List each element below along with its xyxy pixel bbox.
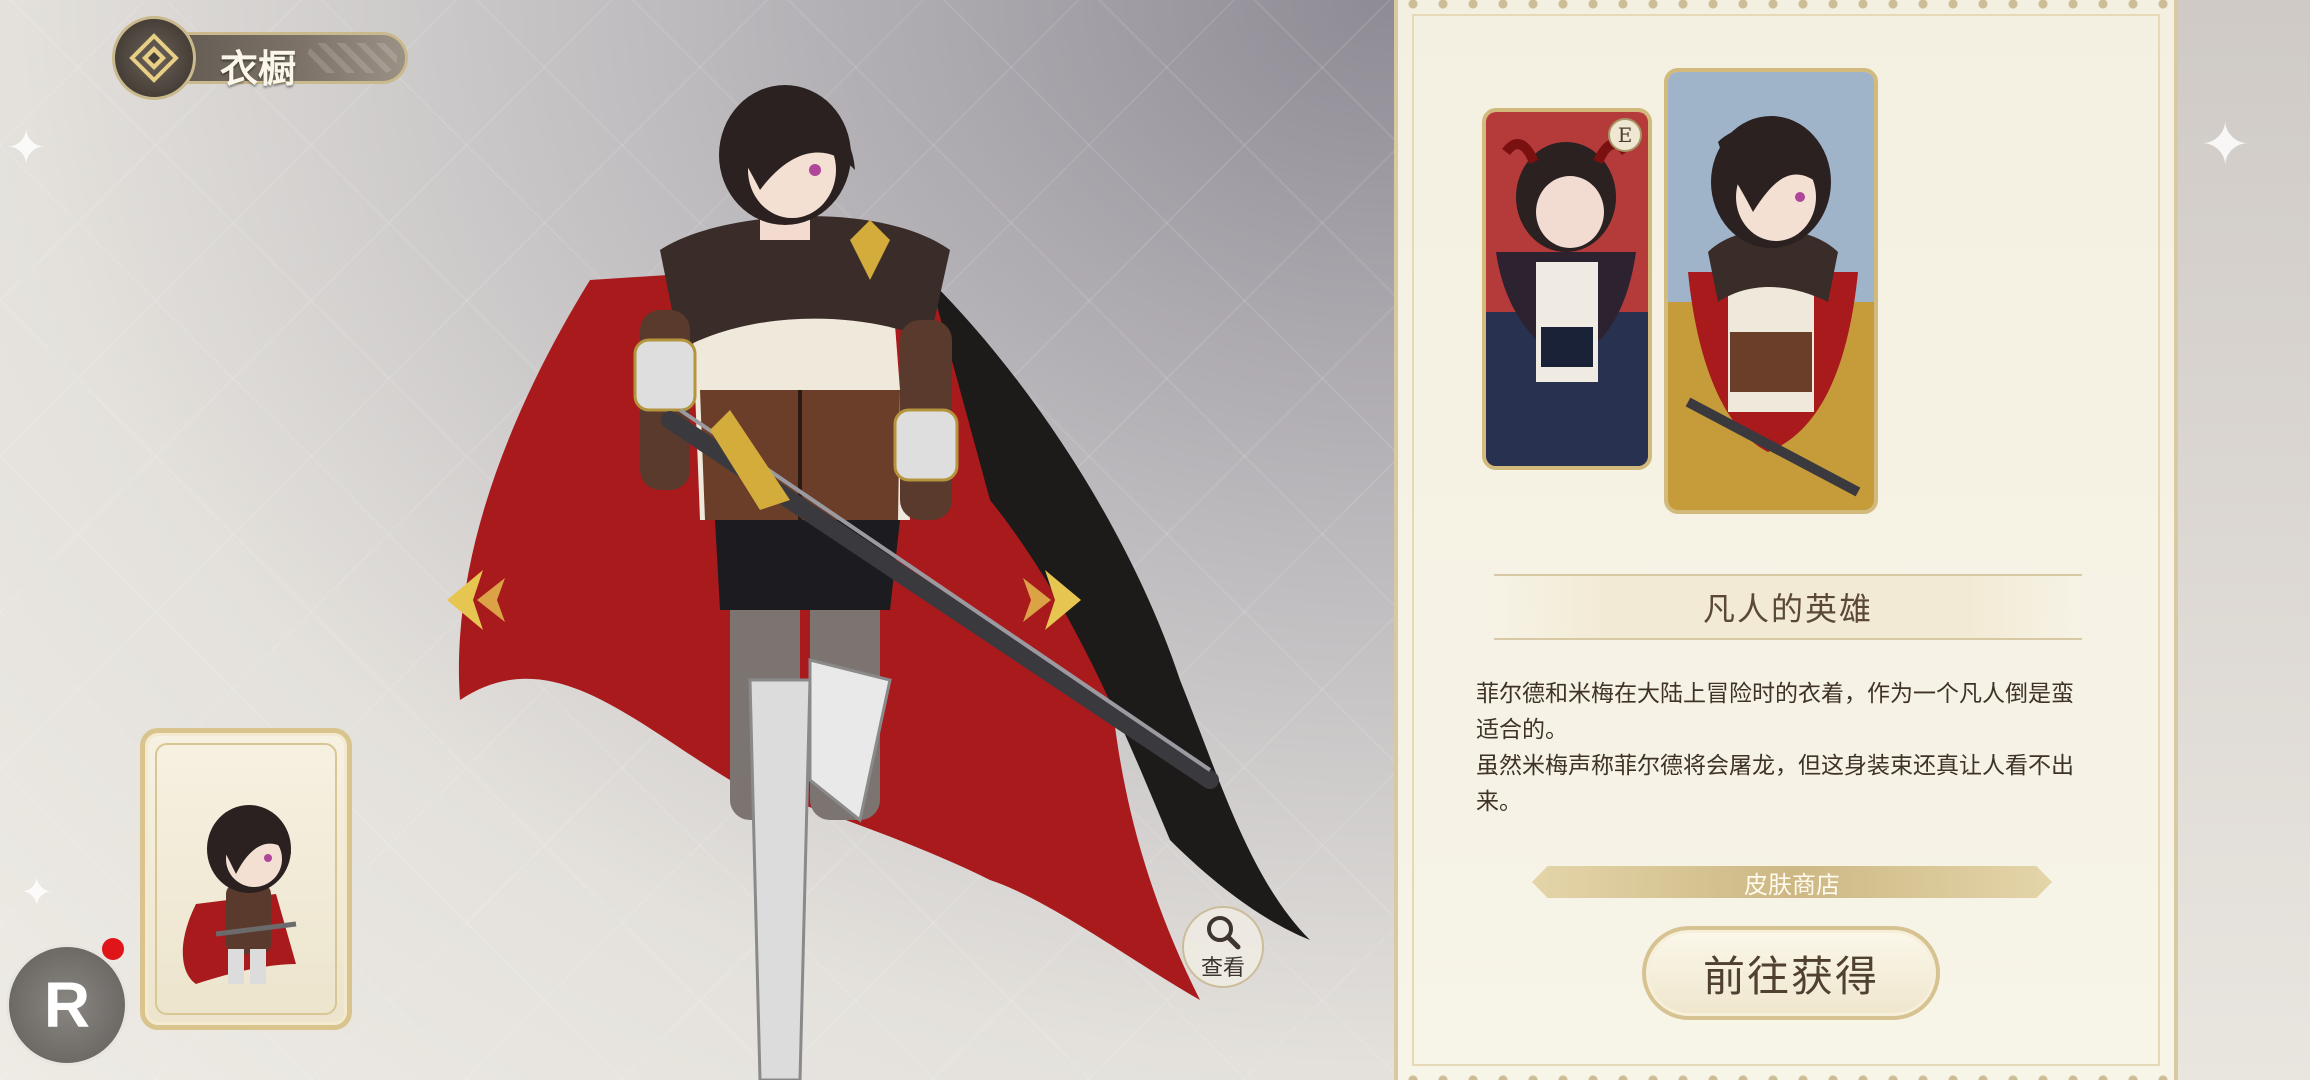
skin-shop-label: 皮肤商店 <box>1744 870 1840 899</box>
description-line: 适合的。 <box>1476 717 1568 743</box>
back-emblem-icon[interactable] <box>112 16 196 100</box>
description-line: 虽然米梅声称菲尔德将会屠龙，但这身装束还真让人看不出 <box>1476 753 2074 779</box>
previous-arrow-icon[interactable] <box>428 555 518 645</box>
skin-description: 菲尔德和米梅在大陆上冒险时的衣着，作为一个凡人倒是蛮 适合的。 虽然米梅声称菲尔… <box>1476 676 2116 820</box>
r-letter: R <box>43 969 91 1041</box>
skin-name: 凡人的英雄 <box>1702 590 1873 628</box>
sparkle-icon: ✦ <box>6 120 47 176</box>
skin-name-banner: 凡人的英雄 <box>1494 574 2082 640</box>
description-line: 菲尔德和米梅在大陆上冒险时的衣着，作为一个凡人倒是蛮 <box>1476 681 2074 707</box>
skin-shop-banner: 皮肤商店 <box>1482 862 2102 902</box>
sparkle-icon: ✦ <box>2200 110 2251 180</box>
skin-card-alternate[interactable]: E <box>1482 108 1652 470</box>
skin-card-selected[interactable] <box>1664 68 1878 514</box>
page-title: 衣橱 <box>220 46 297 91</box>
panel-top-border <box>1398 0 2174 14</box>
magnifier-icon <box>1207 916 1241 950</box>
title-bar[interactable]: 衣橱 <box>112 16 408 100</box>
panel-bottom-border <box>1398 1066 2174 1080</box>
go-obtain-label: 前往获得 <box>1702 951 1879 1001</box>
skin-art-alternate <box>1486 112 1648 466</box>
description-line: 来。 <box>1476 789 1522 815</box>
chibi-figure <box>182 805 297 984</box>
go-obtain-button[interactable]: 前往获得 <box>1642 926 1940 1020</box>
chibi-preview-card[interactable] <box>140 728 352 1030</box>
view-button[interactable]: 查看 <box>1182 906 1264 988</box>
skin-art-selected <box>1668 72 1874 510</box>
sparkle-icon: ✦ <box>20 870 54 916</box>
r-overlay-button[interactable]: R <box>6 944 128 1066</box>
notification-dot <box>102 938 124 960</box>
equipped-badge: E <box>1608 118 1642 152</box>
skin-detail-panel: E 凡人的英雄 菲尔德和米梅在大陆上冒险时的衣着，作为一个凡人倒是蛮 适合的。 … <box>1394 0 2178 1080</box>
view-label: 查看 <box>1200 956 1245 981</box>
next-arrow-icon[interactable] <box>1010 555 1100 645</box>
